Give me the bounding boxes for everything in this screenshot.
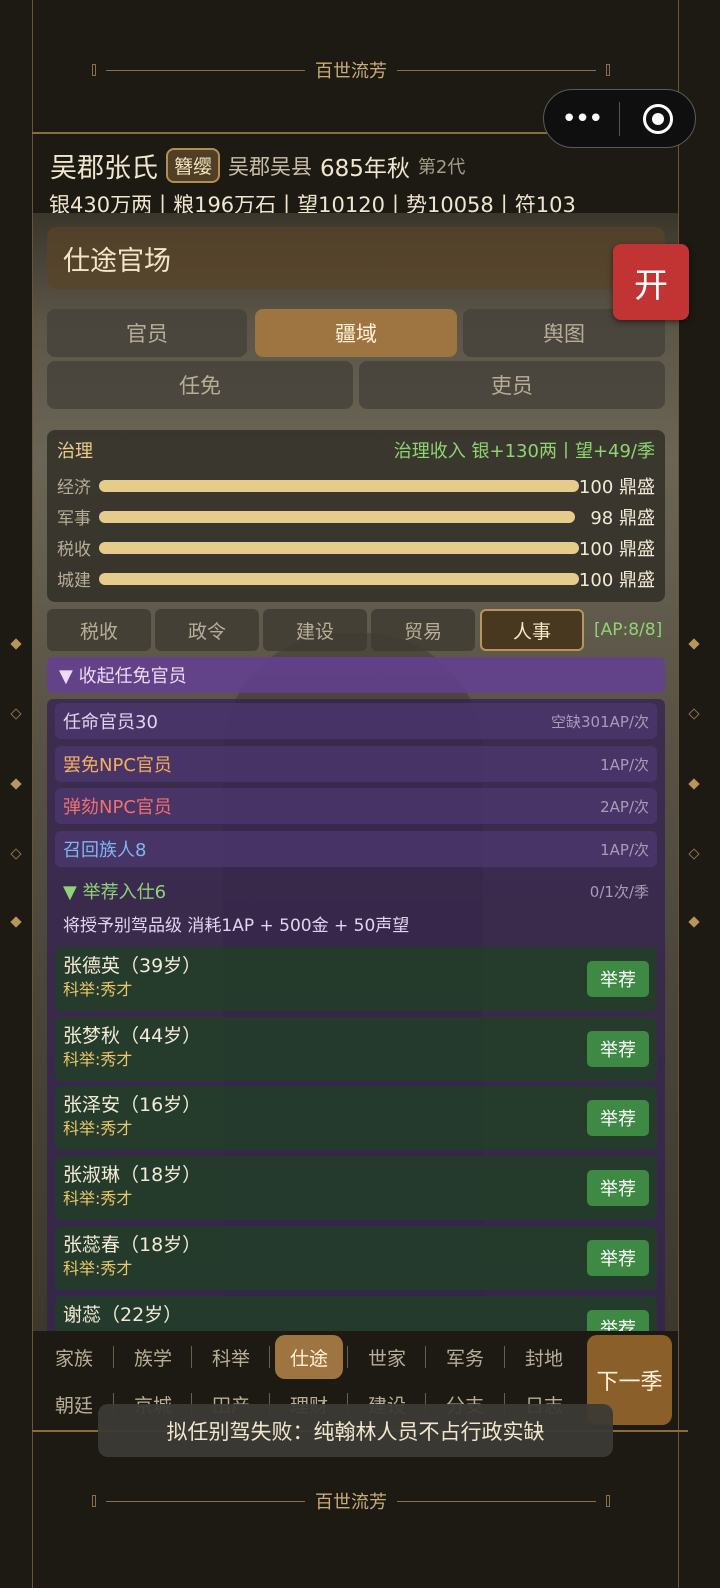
ornament-diamond: [10, 916, 22, 928]
impeach-npc-button[interactable]: 弹劾NPC官员 2AP/次: [55, 788, 657, 824]
tab-appoint[interactable]: 任免: [47, 361, 353, 409]
tab-clerks[interactable]: 吏员: [359, 361, 665, 409]
ornament-diamond: [10, 708, 22, 720]
candidate-card: 张德英（39岁） 科举:秀才 举荐: [55, 947, 657, 1011]
recommend-button[interactable]: 举荐: [587, 1170, 649, 1206]
tab-territory[interactable]: 疆域: [255, 309, 457, 357]
recommend-toggle[interactable]: ▼ 举荐入仕6 0/1次/季: [55, 873, 657, 909]
governance-bar: 城建 100 鼎盛: [57, 569, 655, 592]
toast-message: 拟任别驾失败：纯翰林人员不占行政实缺: [98, 1404, 613, 1457]
candidate-card: 张淑琳（18岁） 科举:秀才 举荐: [55, 1156, 657, 1220]
recommend-button[interactable]: 举荐: [587, 1031, 649, 1067]
recommend-button[interactable]: 举荐: [587, 1100, 649, 1136]
game-year: 685年秋: [320, 155, 410, 182]
nav-family[interactable]: 家族: [40, 1335, 108, 1379]
candidate-card: 谢蕊（22岁） 举荐: [55, 1296, 657, 1331]
appoint-official-button[interactable]: 任命官员30 空缺301AP/次: [55, 703, 657, 739]
ornament-diamond: [688, 848, 700, 860]
governance-bar: 税收 100 鼎盛: [57, 538, 655, 561]
candidate-card: 张泽安（16岁） 科举:秀才 举荐: [55, 1086, 657, 1150]
governance-label: 治理: [57, 441, 93, 462]
close-target-icon[interactable]: [620, 103, 695, 134]
nav-military[interactable]: 军务: [431, 1335, 499, 1379]
dismiss-npc-button[interactable]: 罢免NPC官员 1AP/次: [55, 746, 657, 782]
ornament-diamond: [688, 708, 700, 720]
clan-header: 吴郡张氏 簪缨 吴郡吴县 685年秋 第2代: [50, 146, 465, 185]
subtab-trade[interactable]: 贸易: [371, 609, 475, 651]
ornament-diamond: [10, 638, 22, 650]
governance-bar: 经济 100 鼎盛: [57, 476, 655, 499]
ornament-diamond: [688, 778, 700, 790]
recall-clansman-button[interactable]: 召回族人8 1AP/次: [55, 831, 657, 867]
ornament-diamond: [688, 638, 700, 650]
frame-line-right: [678, 0, 679, 1588]
collapse-appoint-toggle[interactable]: ▼ 收起任免官员: [47, 657, 665, 693]
top-banner: 百世流芳: [92, 57, 610, 83]
nav-clan-school[interactable]: 族学: [119, 1335, 187, 1379]
banner-title: 百世流芳: [315, 61, 387, 82]
candidate-card: 张蕊春（18岁） 科举:秀才 举荐: [55, 1226, 657, 1290]
more-dots-icon[interactable]: •••: [544, 106, 619, 132]
ornament-diamond: [688, 916, 700, 928]
subtab-decree[interactable]: 政令: [155, 609, 259, 651]
action-points: [AP:8/8]: [594, 620, 663, 640]
governance-box: 治理 治理收入 银+130两丨望+49/季 经济 100 鼎盛 军事 98 鼎盛…: [47, 430, 665, 602]
subtab-personnel[interactable]: 人事: [480, 609, 584, 651]
subtab-tax[interactable]: 税收: [47, 609, 151, 651]
governance-bar: 军事 98 鼎盛: [57, 507, 655, 530]
candidate-card: 张梦秋（44岁） 科举:秀才 举荐: [55, 1017, 657, 1081]
ornament-diamond: [10, 848, 22, 860]
nav-career[interactable]: 仕途: [275, 1335, 343, 1379]
clan-location: 吴郡吴县: [228, 154, 313, 179]
tab-officials[interactable]: 官员: [47, 309, 247, 357]
rank-badge: 簪缨: [166, 148, 221, 183]
banner-title: 百世流芳: [315, 1492, 387, 1513]
clan-name: 吴郡张氏: [50, 153, 158, 184]
ornament-diamond: [10, 778, 22, 790]
miniprogram-capsule: •••: [543, 89, 696, 148]
recommend-note: 将授予别驾品级 消耗1AP + 500金 + 50声望: [63, 916, 410, 936]
appoint-list: 任命官员30 空缺301AP/次 罢免NPC官员 1AP/次 弹劾NPC官员 2…: [47, 699, 665, 1331]
panel-title: 仕途官场: [47, 227, 665, 289]
recommend-button[interactable]: 举荐: [587, 961, 649, 997]
recommend-button[interactable]: 举荐: [587, 1310, 649, 1331]
nav-fief[interactable]: 封地: [510, 1335, 578, 1379]
bottom-banner: 百世流芳: [92, 1488, 610, 1514]
game-screen: 百世流芳 ••• 吴郡张氏 簪缨 吴郡吴县 685年秋 第2代 银430万两丨粮…: [0, 0, 720, 1588]
nav-noble-houses[interactable]: 世家: [353, 1335, 421, 1379]
open-button[interactable]: 开: [613, 244, 689, 320]
nav-exam[interactable]: 科举: [197, 1335, 265, 1379]
generation: 第2代: [417, 156, 466, 178]
subtab-build[interactable]: 建设: [263, 609, 367, 651]
governance-income: 治理收入 银+130两丨望+49/季: [393, 441, 655, 462]
recommend-button[interactable]: 举荐: [587, 1240, 649, 1276]
career-panel: 仕途官场 官员 疆域 舆图 任免 吏员 治理 治理收入 银+130两丨望+49/…: [33, 213, 678, 1331]
